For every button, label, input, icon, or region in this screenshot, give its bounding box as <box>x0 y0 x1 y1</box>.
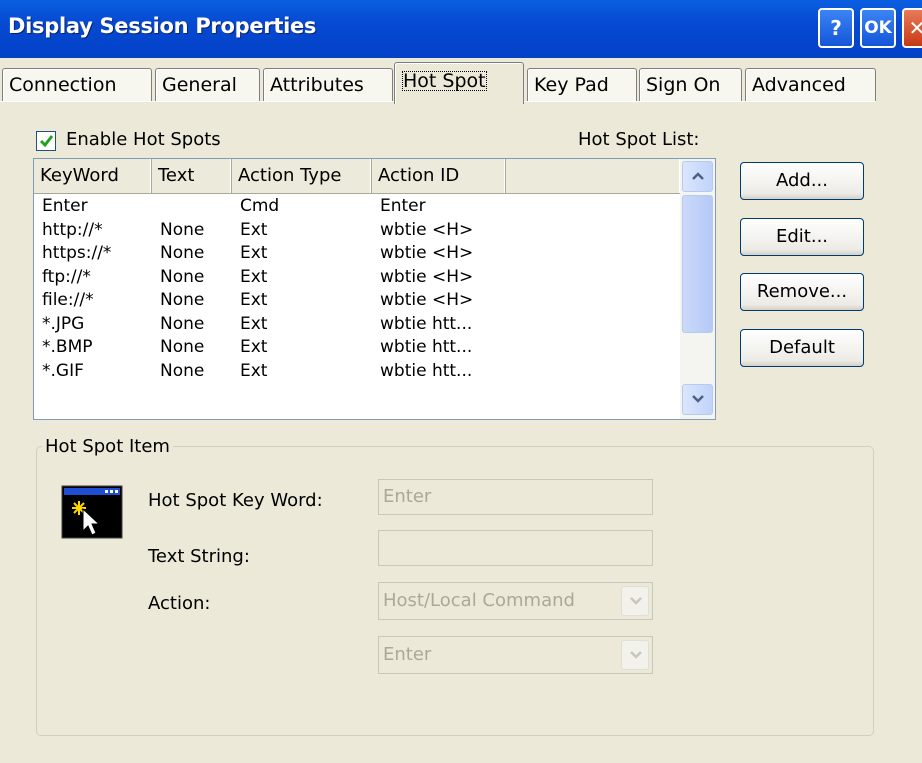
cell-action-type: Ext <box>240 266 268 287</box>
list-body: Enter Cmd Enter http://* None Ext wbtie … <box>34 195 680 383</box>
cell-keyword: file://* <box>42 290 94 310</box>
title-bar: Display Session Properties ? OK ✕ <box>0 0 922 58</box>
column-header-text[interactable]: Text <box>152 159 232 193</box>
add-button[interactable]: Add... <box>740 162 864 200</box>
cell-keyword: *.BMP <box>42 337 93 357</box>
scroll-down-button[interactable] <box>682 384 713 415</box>
tab-sign-on[interactable]: Sign On <box>639 68 742 102</box>
column-header-action-id[interactable]: Action ID <box>372 159 506 193</box>
enable-hot-spots-label: Enable Hot Spots <box>66 129 221 150</box>
cell-text: None <box>160 313 205 334</box>
table-row[interactable]: https://* None Ext wbtie <H> <box>34 242 680 266</box>
scroll-up-button[interactable] <box>682 161 713 192</box>
default-button[interactable]: Default <box>740 329 864 367</box>
text-string-label: Text String: <box>148 546 250 567</box>
cell-action-id: wbtie htt... <box>380 360 473 381</box>
hot-spot-window-icon <box>61 485 123 539</box>
close-button[interactable]: ✕ <box>902 8 922 48</box>
tab-label: Key Pad <box>534 74 609 96</box>
action-select-value: Host/Local Command <box>383 590 575 611</box>
cell-action-type: Ext <box>240 290 268 310</box>
tab-label: Connection <box>9 74 117 96</box>
tab-attributes[interactable]: Attributes <box>263 68 393 102</box>
action-dropdown-button[interactable] <box>621 586 649 616</box>
action-id-select[interactable]: Enter <box>378 636 653 674</box>
checkmark-icon <box>39 135 54 148</box>
hot-spot-list[interactable]: KeyWord Text Action Type Action ID Enter… <box>33 158 716 420</box>
action-label: Action: <box>148 593 211 614</box>
tab-hot-spot[interactable]: Hot Spot <box>394 62 524 104</box>
ok-button[interactable]: OK <box>860 8 896 48</box>
tab-label: Hot Spot <box>401 70 487 92</box>
cell-action-id: wbtie <H> <box>380 266 474 287</box>
hot-spot-key-word-label: Hot Spot Key Word: <box>148 490 323 511</box>
hot-spot-list-label: Hot Spot List: <box>578 129 700 150</box>
action-id-dropdown-button[interactable] <box>621 640 649 670</box>
tab-connection[interactable]: Connection <box>2 68 152 102</box>
cell-action-type: Ext <box>240 313 268 334</box>
tab-advanced[interactable]: Advanced <box>745 68 876 102</box>
vertical-scrollbar[interactable] <box>680 159 715 419</box>
remove-button[interactable]: Remove... <box>740 273 864 311</box>
cell-action-id: Enter <box>380 196 426 216</box>
cell-action-id: wbtie htt... <box>380 337 473 357</box>
help-button[interactable]: ? <box>818 8 854 48</box>
cell-text: None <box>160 360 205 381</box>
cell-action-id: wbtie htt... <box>380 313 473 334</box>
cell-keyword: ftp://* <box>42 266 91 287</box>
column-header-action-type[interactable]: Action Type <box>232 159 372 193</box>
chevron-down-icon <box>630 597 642 605</box>
cell-action-type: Ext <box>240 219 268 240</box>
cell-keyword: https://* <box>42 243 112 263</box>
column-header-keyword[interactable]: KeyWord <box>34 159 152 193</box>
text-string-field[interactable] <box>378 530 653 566</box>
action-id-select-value: Enter <box>383 644 432 665</box>
table-row[interactable]: *.JPG None Ext wbtie htt... <box>34 313 680 337</box>
cell-text: None <box>160 243 205 263</box>
tab-label: Advanced <box>752 74 846 96</box>
scroll-thumb[interactable] <box>682 195 713 333</box>
cell-action-id: wbtie <H> <box>380 243 474 263</box>
cell-action-type: Ext <box>240 337 268 357</box>
column-header-blank[interactable] <box>506 159 680 193</box>
chevron-up-icon <box>692 172 704 180</box>
cell-text: None <box>160 290 205 310</box>
table-row[interactable]: http://* None Ext wbtie <H> <box>34 219 680 243</box>
hot-spot-key-word-field[interactable]: Enter <box>378 479 653 515</box>
table-row[interactable]: *.BMP None Ext wbtie htt... <box>34 336 680 360</box>
tab-label: Sign On <box>646 74 721 96</box>
tab-label: General <box>162 74 237 96</box>
checkbox-box[interactable] <box>36 131 56 151</box>
cell-action-type: Cmd <box>240 196 280 216</box>
table-row[interactable]: file://* None Ext wbtie <H> <box>34 289 680 313</box>
table-row[interactable]: ftp://* None Ext wbtie <H> <box>34 266 680 290</box>
tab-general[interactable]: General <box>155 68 260 102</box>
cell-action-id: wbtie <H> <box>380 290 474 310</box>
cell-action-type: Ext <box>240 360 268 381</box>
cell-text: None <box>160 266 205 287</box>
action-select[interactable]: Host/Local Command <box>378 582 653 620</box>
chevron-down-icon <box>692 395 704 403</box>
cell-action-type: Ext <box>240 243 268 263</box>
list-header: KeyWord Text Action Type Action ID <box>34 159 680 194</box>
cell-keyword: http://* <box>42 219 103 240</box>
cell-text: None <box>160 337 205 357</box>
cell-keyword: *.JPG <box>42 313 85 334</box>
tab-key-pad[interactable]: Key Pad <box>527 68 637 102</box>
table-row[interactable]: Enter Cmd Enter <box>34 195 680 219</box>
cell-action-id: wbtie <H> <box>380 219 474 240</box>
tab-label: Attributes <box>270 74 364 96</box>
cell-text: None <box>160 219 205 240</box>
cell-keyword: *.GIF <box>42 360 84 381</box>
chevron-down-icon <box>630 651 642 659</box>
cell-keyword: Enter <box>42 196 88 216</box>
table-row[interactable]: *.GIF None Ext wbtie htt... <box>34 360 680 384</box>
edit-button[interactable]: Edit... <box>740 218 864 256</box>
hot-spot-item-group-label: Hot Spot Item <box>42 436 173 457</box>
window-title: Display Session Properties <box>8 14 317 38</box>
tab-strip: Connection General Attributes Hot Spot K… <box>0 62 922 104</box>
